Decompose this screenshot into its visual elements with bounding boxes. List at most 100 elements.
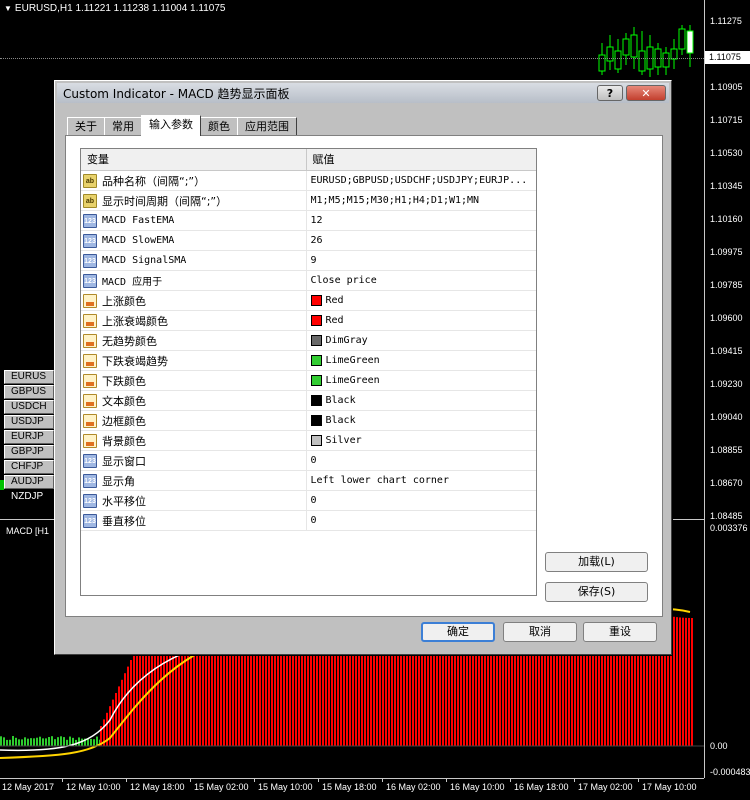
param-value-cell[interactable]: 9 (307, 251, 537, 270)
color-swatch (311, 355, 322, 366)
param-value: LimeGreen (326, 375, 380, 386)
param-row[interactable]: 123 水平移位 0 (81, 491, 536, 511)
param-value-cell[interactable]: 0 (307, 491, 537, 510)
col-header-value[interactable]: 赋值 (307, 149, 537, 170)
param-name: 品种名称（间隔“;”） (102, 173, 205, 189)
param-name: 下跌衰竭趋势 (102, 353, 168, 369)
tab-inputs[interactable]: 输入参数 (141, 115, 201, 136)
tab-about[interactable]: 关于 (67, 117, 105, 135)
time-tick (446, 779, 447, 782)
param-row[interactable]: ab 品种名称（间隔“;”） EURUSD;GBPUSD;USDCHF;USDJPY… (81, 171, 536, 191)
param-value-cell[interactable]: 12 (307, 211, 537, 230)
param-value-cell[interactable]: DimGray (307, 331, 537, 350)
macd-scale-label: 0.00 (710, 741, 728, 751)
symbol-item[interactable]: USDJP (4, 415, 54, 429)
time-tick (574, 779, 575, 782)
param-row[interactable]: 123 显示窗口 0 (81, 451, 536, 471)
color-param-icon (83, 314, 97, 328)
symbol-item[interactable]: AUDJP (4, 475, 54, 489)
help-button[interactable]: ? (597, 85, 623, 101)
symbol-item[interactable]: EURJP (4, 430, 54, 444)
param-value-cell[interactable]: 0 (307, 451, 537, 470)
param-value-cell[interactable]: 26 (307, 231, 537, 250)
param-row[interactable]: 上涨衰竭颜色 Red (81, 311, 536, 331)
param-row[interactable]: 123 MACD SlowEMA 26 (81, 231, 536, 251)
load-button[interactable]: 加载(L) (545, 552, 648, 572)
param-row[interactable]: 下跌衰竭趋势 LimeGreen (81, 351, 536, 371)
symbol-item[interactable]: NZDJP (4, 490, 54, 504)
symbol-item[interactable]: GBPUS (4, 385, 54, 399)
symbol-item[interactable]: CHFJP (4, 460, 54, 474)
color-swatch (311, 295, 322, 306)
param-value-cell[interactable]: Close price (307, 271, 537, 290)
time-axis[interactable]: 12 May 2017 12 May 10:00 12 May 18:00 15… (0, 778, 704, 800)
symbol-item[interactable]: GBPJP (4, 445, 54, 459)
param-name-cell: 边框颜色 (81, 411, 307, 430)
color-param-icon (83, 414, 97, 428)
param-value-cell[interactable]: Black (307, 411, 537, 430)
time-label: 16 May 02:00 (386, 782, 441, 792)
time-tick (126, 779, 127, 782)
symbol-marker (0, 480, 4, 490)
param-value-cell[interactable]: Red (307, 291, 537, 310)
time-label: 16 May 18:00 (514, 782, 569, 792)
param-row[interactable]: 123 MACD FastEMA 12 (81, 211, 536, 231)
param-value-cell[interactable]: EURUSD;GBPUSD;USDCHF;USDJPY;EURJP... (307, 171, 537, 190)
param-value-cell[interactable]: Black (307, 391, 537, 410)
param-row[interactable]: 123 垂直移位 0 (81, 511, 536, 531)
time-tick (62, 779, 63, 782)
time-tick (318, 779, 319, 782)
param-name: 下跌颜色 (102, 373, 146, 389)
param-row[interactable]: 文本颜色 Black (81, 391, 536, 411)
tab-common[interactable]: 常用 (104, 117, 142, 135)
param-value-cell[interactable]: M1;M5;M15;M30;H1;H4;D1;W1;MN (307, 191, 537, 210)
param-value-cell[interactable]: Left lower chart corner (307, 471, 537, 490)
param-value-cell[interactable]: Red (307, 311, 537, 330)
param-row[interactable]: ab 显示时间周期（间隔“;”） M1;M5;M15;M30;H1;H4;D1;W1… (81, 191, 536, 211)
param-value: 0 (311, 515, 317, 526)
param-value-cell[interactable]: 0 (307, 511, 537, 530)
number-param-icon: 123 (83, 474, 97, 488)
param-row[interactable]: 背景颜色 Silver (81, 431, 536, 451)
param-row[interactable]: 123 显示角 Left lower chart corner (81, 471, 536, 491)
time-tick (382, 779, 383, 782)
ok-button[interactable]: 确定 (421, 622, 495, 642)
param-value: Close price (311, 275, 377, 286)
param-name: 显示窗口 (102, 453, 146, 469)
param-name-cell: 123 垂直移位 (81, 511, 307, 530)
cancel-button[interactable]: 取消 (503, 622, 577, 642)
param-value-cell[interactable]: LimeGreen (307, 371, 537, 390)
param-name: 显示时间周期（间隔“;”） (102, 193, 227, 209)
time-label: 15 May 18:00 (322, 782, 377, 792)
col-header-variable[interactable]: 变量 (81, 149, 307, 170)
param-row[interactable]: 边框颜色 Black (81, 411, 536, 431)
close-button[interactable]: ✕ (626, 85, 666, 101)
param-row[interactable]: 123 MACD SignalSMA 9 (81, 251, 536, 271)
symbol-item[interactable]: EURUS (4, 370, 54, 384)
param-name: 水平移位 (102, 493, 146, 509)
color-param-icon (83, 334, 97, 348)
symbol-item[interactable]: USDCH (4, 400, 54, 414)
param-name: 背景颜色 (102, 433, 146, 449)
dialog-titlebar[interactable]: Custom Indicator - MACD 趋势显示面板 ? ✕ (57, 83, 669, 103)
string-param-icon: ab (83, 174, 97, 188)
param-value-cell[interactable]: Silver (307, 431, 537, 450)
price-label: 1.08855 (710, 445, 743, 455)
param-name-cell: 下跌颜色 (81, 371, 307, 390)
param-row[interactable]: 123 MACD 应用于 Close price (81, 271, 536, 291)
param-row[interactable]: 上涨颜色 Red (81, 291, 536, 311)
time-tick (190, 779, 191, 782)
param-value-cell[interactable]: LimeGreen (307, 351, 537, 370)
terminal-window: ▼ EURUSD,H1 1.11221 1.11238 1.11004 1.11… (0, 0, 750, 800)
chart-header: ▼ EURUSD,H1 1.11221 1.11238 1.11004 1.11… (4, 3, 225, 14)
param-row[interactable]: 下跌颜色 LimeGreen (81, 371, 536, 391)
tab-visualization[interactable]: 应用范围 (237, 117, 297, 135)
color-swatch (311, 335, 322, 346)
param-value: DimGray (326, 335, 368, 346)
tab-colors[interactable]: 颜色 (200, 117, 238, 135)
save-button[interactable]: 保存(S) (545, 582, 648, 602)
param-name: MACD FastEMA (102, 215, 174, 226)
reset-button[interactable]: 重设 (583, 622, 657, 642)
param-row[interactable]: 无趋势颜色 DimGray (81, 331, 536, 351)
time-tick (510, 779, 511, 782)
